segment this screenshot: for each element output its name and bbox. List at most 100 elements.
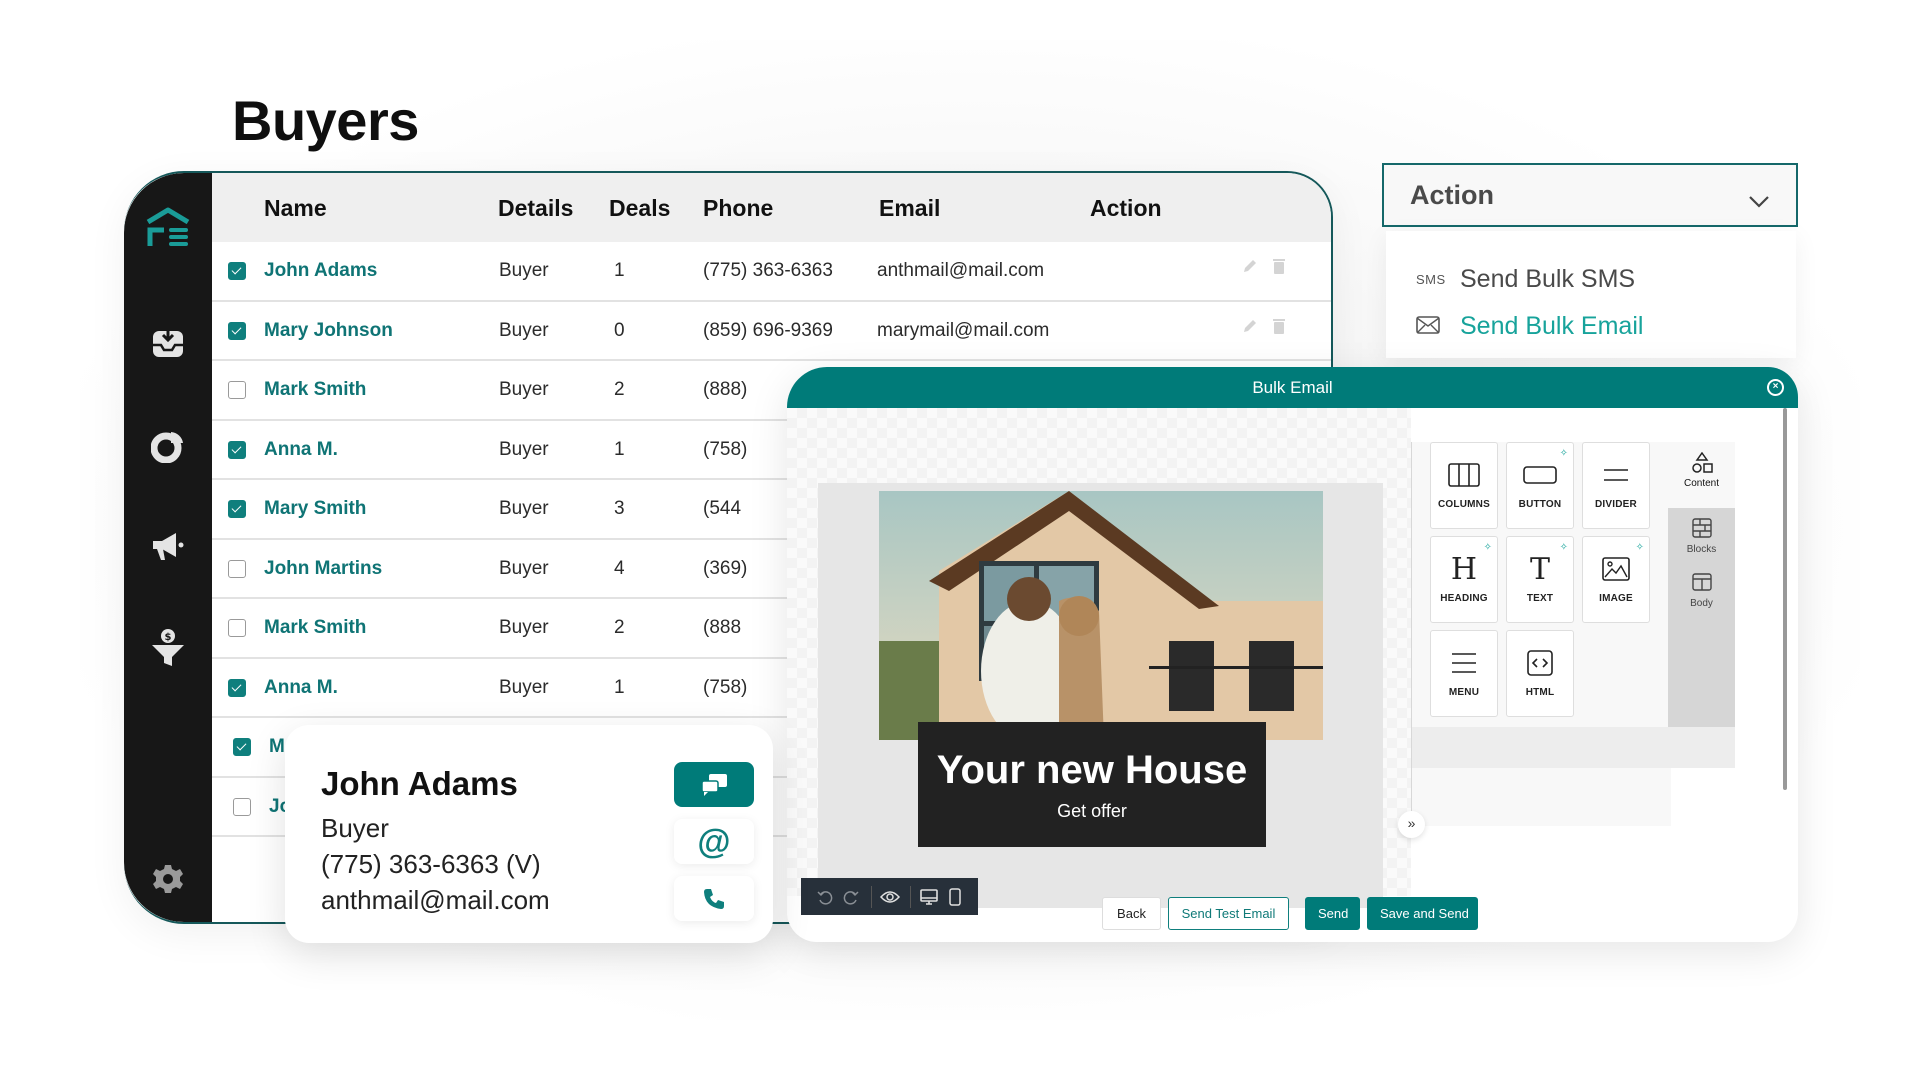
table-row[interactable]: Mary Johnson Buyer 0 (859) 696-9369 marymail… (212, 302, 1331, 361)
email-canvas: Your new House Get offer (818, 483, 1383, 908)
table-row[interactable]: John Adams Buyer 1 (775) 363-6363 anthmail@m… (212, 242, 1331, 302)
edit-icon[interactable] (1242, 258, 1258, 276)
sms-icon: SMS (1416, 272, 1446, 287)
desktop-view-icon[interactable] (917, 885, 941, 909)
hero-text-block[interactable]: Your new House Get offer (918, 722, 1266, 847)
row-checkbox[interactable] (233, 797, 251, 816)
gear-icon[interactable] (148, 859, 188, 899)
text-icon: T (1529, 551, 1550, 587)
mobile-view-icon[interactable] (943, 885, 967, 909)
row-name-link[interactable]: Mark Smith (264, 379, 366, 401)
email-canvas-area: Your new House Get offer (787, 408, 1411, 915)
tab-label: Body (1690, 598, 1713, 609)
preview-eye-icon[interactable] (878, 885, 902, 909)
hero-cta[interactable]: Get offer (918, 801, 1266, 822)
close-icon[interactable]: × (1767, 379, 1784, 396)
row-name-link[interactable]: Anna M. (264, 439, 338, 461)
divider-icon (1583, 459, 1649, 491)
send-button[interactable]: Send (1305, 897, 1360, 930)
inbox-download-icon[interactable] (148, 322, 188, 362)
contact-phone: (775) 363-6363 (V) (321, 849, 541, 879)
tool-tile-text[interactable]: T TEXT ✧ (1506, 536, 1574, 623)
toolbar-divider (910, 885, 911, 908)
row-checkbox[interactable] (228, 678, 246, 697)
tool-label: HEADING (1440, 593, 1488, 604)
contact-role: Buyer (321, 813, 389, 843)
tools-scrollbar[interactable] (1783, 408, 1787, 790)
column-header-deals[interactable]: Deals (609, 195, 670, 222)
undo-icon[interactable] (813, 885, 837, 909)
row-name-link[interactable]: M (269, 736, 285, 758)
column-header-details[interactable]: Details (498, 195, 573, 222)
row-name-link[interactable]: John Martins (264, 558, 382, 580)
row-name-link[interactable]: Mary Smith (264, 498, 366, 520)
megaphone-icon[interactable] (148, 526, 188, 566)
heading-icon: H (1450, 551, 1478, 587)
tab-content[interactable]: Content (1668, 442, 1735, 508)
row-name-link[interactable]: Mary Johnson (264, 320, 393, 342)
row-details: Buyer (499, 260, 549, 281)
column-header-email[interactable]: Email (879, 195, 940, 222)
pie-chart-icon[interactable] (148, 426, 188, 466)
tool-tile-menu[interactable]: MENU (1430, 630, 1498, 717)
row-phone: (888 (703, 617, 742, 638)
row-name-link[interactable]: Mark Smith (264, 617, 366, 639)
column-header-name[interactable]: Name (264, 195, 327, 222)
ai-sparkle-icon: ✧ (1559, 542, 1568, 553)
tool-tile-heading[interactable]: H HEADING ✧ (1430, 536, 1498, 623)
row-checkbox[interactable] (228, 440, 246, 459)
home-logo-icon[interactable] (142, 205, 194, 251)
blocks-icon (1668, 508, 1735, 544)
action-dropdown[interactable]: Action (1382, 163, 1798, 227)
call-button[interactable] (674, 876, 754, 921)
row-email: marymail@mail.com (877, 319, 1050, 341)
send-test-email-button[interactable]: Send Test Email (1168, 897, 1289, 930)
tab-body[interactable]: Body (1668, 562, 1735, 628)
tool-tile-button[interactable]: BUTTON ✧ (1506, 442, 1574, 529)
email-button[interactable]: @ (674, 819, 754, 864)
row-phone: (369) (703, 557, 748, 579)
tool-tile-html[interactable]: HTML (1506, 630, 1574, 717)
row-checkbox[interactable] (228, 500, 246, 518)
hero-title: Your new House (936, 748, 1248, 792)
tab-label: Blocks (1686, 544, 1717, 555)
row-name-link[interactable]: Anna M. (264, 677, 338, 699)
trash-icon[interactable] (1272, 258, 1288, 276)
row-deals: 2 (614, 617, 625, 638)
redo-icon[interactable] (839, 885, 863, 909)
row-actions (1242, 318, 1288, 336)
trash-icon[interactable] (1272, 318, 1288, 336)
back-button[interactable]: Back (1102, 897, 1161, 930)
row-name-link[interactable]: John Adams (264, 260, 377, 282)
message-button[interactable] (674, 762, 754, 807)
body-layout-icon (1668, 562, 1735, 598)
row-checkbox[interactable] (228, 619, 246, 637)
action-menu: SMS Send Bulk SMS Send Bulk Email (1386, 231, 1796, 358)
row-phone: (859) 696-9369 (703, 319, 833, 341)
save-and-send-button[interactable]: Save and Send (1367, 897, 1478, 930)
column-header-phone[interactable]: Phone (703, 195, 773, 222)
edit-icon[interactable] (1242, 318, 1258, 336)
collapse-panel-button[interactable]: » (1398, 811, 1425, 838)
tool-tile-columns[interactable]: COLUMNS (1430, 442, 1498, 529)
row-deals: 1 (614, 438, 625, 460)
sales-funnel-icon[interactable]: $ (148, 628, 188, 668)
menu-item-send-bulk-email[interactable]: Send Bulk Email (1416, 312, 1643, 341)
menu-item-send-bulk-sms[interactable]: SMS Send Bulk SMS (1416, 265, 1635, 294)
tool-tile-image[interactable]: IMAGE ✧ (1582, 536, 1650, 623)
sidebar: $ (124, 173, 212, 922)
row-phone: (775) 363-6363 (703, 260, 833, 281)
row-checkbox[interactable] (228, 381, 246, 399)
row-deals: 1 (614, 676, 625, 698)
html-icon (1507, 647, 1573, 679)
row-details: Buyer (499, 557, 549, 579)
row-checkbox[interactable] (228, 559, 246, 578)
bulk-email-header: Bulk Email × (787, 367, 1798, 408)
tool-label: BUTTON (1518, 499, 1562, 510)
contact-email: anthmail@mail.com (321, 885, 550, 915)
hero-image[interactable] (879, 491, 1323, 740)
row-checkbox[interactable] (233, 738, 251, 756)
tool-tile-divider[interactable]: DIVIDER (1582, 442, 1650, 529)
row-checkbox[interactable] (228, 321, 246, 340)
row-checkbox[interactable] (228, 262, 246, 280)
